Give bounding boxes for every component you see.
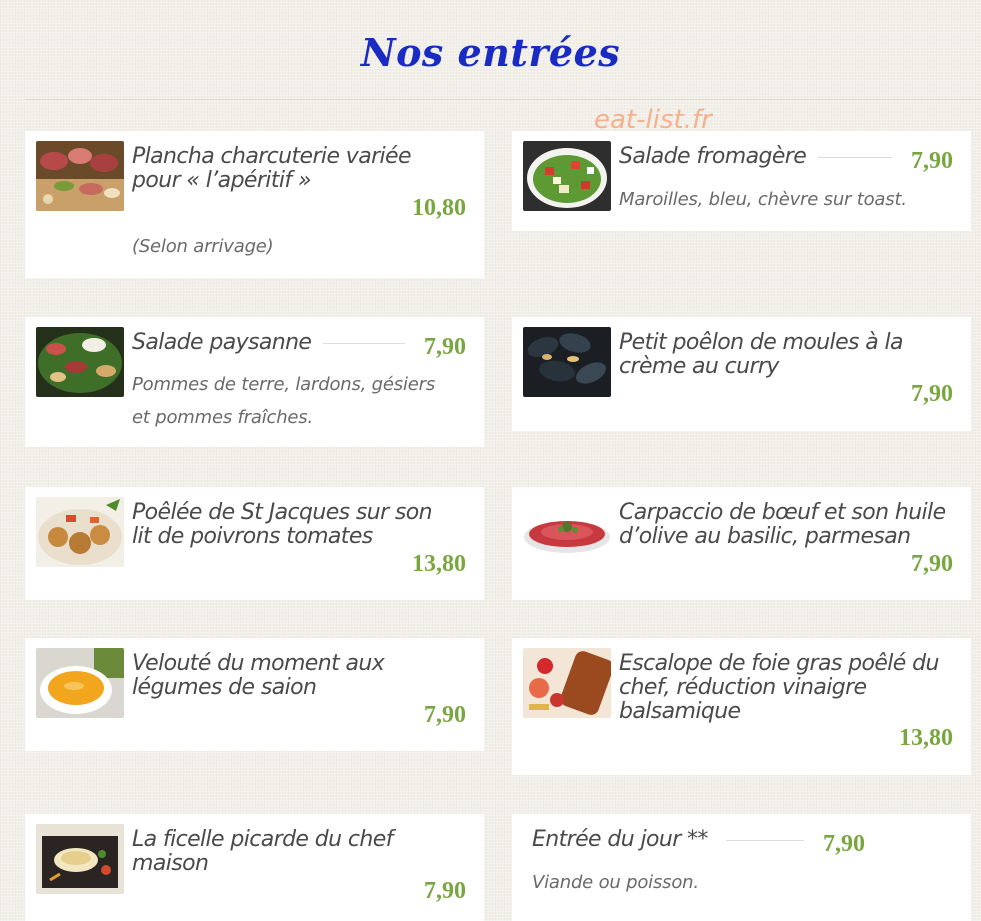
item-price: 7,90 [424,878,466,904]
item-name: Velouté du moment aux légumes de saion [132,651,385,700]
item-price: 7,90 [911,381,953,407]
page-title: Nos entrées [360,30,621,75]
item-price: 7,90 [424,334,466,360]
ficelle-picarde-image [36,824,124,894]
menu-item-ficelle-picarde: La ficelle picarde du chef maison 7,90 [25,814,484,921]
item-name: Plancha charcuterie variée pour « l’apér… [132,144,412,193]
item-name: Carpaccio de bœuf et son huile d’olive a… [619,500,946,549]
item-name: Salade fromagère [619,144,807,169]
item-description: Maroilles, bleu, chèvre sur toast. [619,189,907,210]
item-name: La ficelle picarde du chef maison [132,827,393,876]
item-name: Entrée du jour ** [532,827,708,852]
foie-gras-image [523,648,611,718]
item-name: Poêlée de St Jacques sur son lit de poiv… [132,500,433,549]
item-price: 7,90 [823,831,865,857]
item-price: 7,90 [911,148,953,174]
country-salad-image [36,327,124,397]
item-name: Petit poêlon de moules à la crème au cur… [619,330,904,379]
menu-item-poelee-st-jacques: Poêlée de St Jacques sur son lit de poiv… [25,487,484,600]
menu-item-salade-paysanne: Salade paysanne 7,90 Pommes de terre, la… [25,317,484,447]
item-price: 13,80 [899,725,953,751]
title-divider [25,99,981,100]
menu-item-escalope-foie-gras: Escalope de foie gras poêlé du chef, réd… [512,638,971,775]
item-name: Escalope de foie gras poêlé du chef, réd… [619,651,939,724]
item-price: 10,80 [412,195,466,221]
item-description: Pommes de terre, lardons, gésiers et pom… [132,374,436,428]
cheese-salad-image [523,141,611,211]
veloute-soup-image [36,648,124,718]
beef-carpaccio-image [523,497,611,567]
item-name: Salade paysanne [132,330,312,355]
menu-item-salade-fromagere: Salade fromagère 7,90 Maroilles, bleu, c… [512,131,971,231]
scallops-image [36,497,124,567]
menu-item-poelon-moules: Petit poêlon de moules à la crème au cur… [512,317,971,431]
item-price: 13,80 [412,551,466,577]
item-price: 7,90 [911,551,953,577]
charcuterie-platter-image [36,141,124,211]
mussels-image [523,327,611,397]
item-price: 7,90 [424,702,466,728]
menu-item-carpaccio: Carpaccio de bœuf et son huile d’olive a… [512,487,971,600]
menu-item-entree-du-jour: Entrée du jour ** 7,90 Viande ou poisson… [512,814,971,921]
item-description: Viande ou poisson. [532,872,699,893]
menu-item-plancha-charcuterie: Plancha charcuterie variée pour « l’apér… [25,131,484,278]
item-description: (Selon arrivage) [132,236,274,257]
menu-item-veloute: Velouté du moment aux légumes de saion 7… [25,638,484,751]
